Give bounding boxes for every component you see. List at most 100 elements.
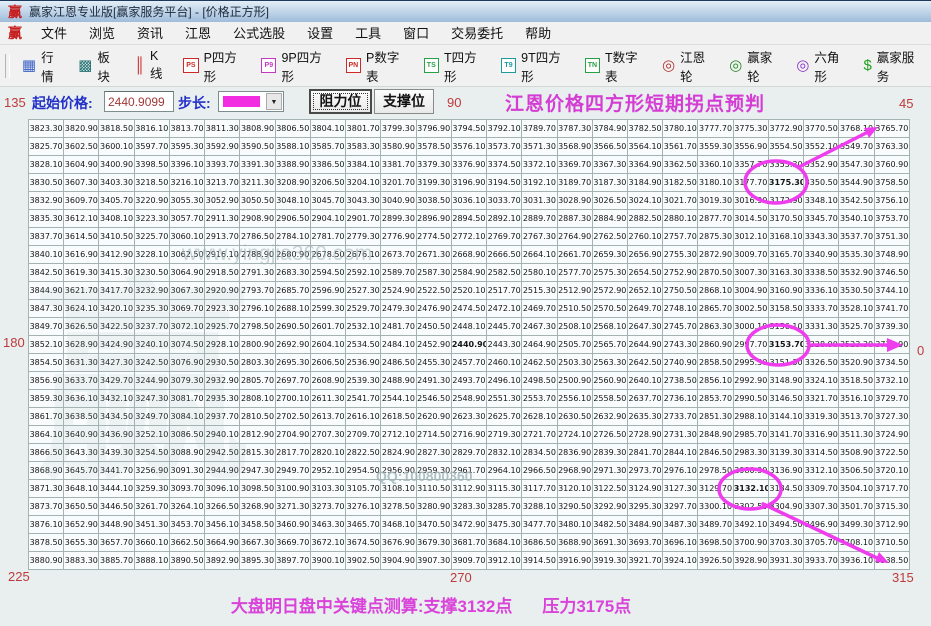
- toolbar-button-六角形[interactable]: ◎ 六角形: [789, 47, 856, 85]
- grid-cell: 3784.90: [591, 119, 628, 138]
- menu-item-窗口[interactable]: 窗口: [392, 26, 440, 41]
- toolbar-grip[interactable]: [5, 53, 10, 78]
- grid-cell: 3792.10: [486, 119, 523, 138]
- toolbar-button-K线[interactable]: ║ K线: [127, 49, 176, 82]
- resistance-button[interactable]: 阻力位: [309, 89, 372, 114]
- toolbar-button-9P四方形[interactable]: P9 9P四方形: [254, 47, 339, 85]
- grid-cell: 3352.90: [803, 155, 840, 174]
- grid-cell: 2942.50: [204, 443, 241, 462]
- toolbar-button-赢家服务[interactable]: $ 赢家服务: [856, 47, 931, 85]
- grid-cell: 3276.10: [345, 497, 382, 516]
- toolbar-button-T四方形[interactable]: TS T四方形: [417, 47, 494, 85]
- grid-cell: 2587.30: [415, 263, 452, 282]
- toolbar-button-P四方形[interactable]: PS P四方形: [176, 47, 254, 85]
- grid-cell: 3669.70: [274, 533, 311, 552]
- grid-cell: 2524.90: [380, 281, 417, 300]
- grid-cell: 3907.30: [415, 551, 452, 570]
- grid-cell: 2959.30: [415, 461, 452, 480]
- grid-cell: 2474.50: [450, 299, 488, 318]
- kline-icon: ║: [134, 57, 146, 74]
- grid-cell: 3900.10: [309, 551, 347, 570]
- gann-square-body: 3823.30 3820.90 3818.50 3816.10 3813.70 3811.…: [27, 119, 911, 570]
- menu-item-浏览[interactable]: 浏览: [78, 26, 126, 41]
- grid-cell: 3000.10: [732, 317, 769, 336]
- toolbar-button-行情[interactable]: ▦ 行情: [15, 47, 71, 85]
- menu-item-工具[interactable]: 工具: [344, 26, 392, 41]
- grid-cell: 3727.30: [873, 407, 911, 426]
- grid-cell: 3619.30: [63, 263, 100, 282]
- toolbar-button-赢家轮[interactable]: ◎ 赢家轮: [722, 47, 789, 85]
- grid-cell: 3405.70: [98, 191, 135, 210]
- grid-cell: 3292.90: [591, 497, 628, 516]
- grid-cell: 2745.70: [662, 317, 699, 336]
- angle-label-225: 225: [8, 569, 30, 584]
- toolbar-label: 赢家轮: [747, 50, 773, 84]
- grid-cell: 2462.50: [521, 353, 558, 372]
- grid-cell: 3804.10: [309, 119, 347, 138]
- grid-cell: 3379.30: [415, 155, 452, 174]
- grid-cell: 2832.10: [486, 443, 523, 462]
- toolbar-button-板块[interactable]: ▩ 板块: [71, 47, 127, 85]
- grid-cell: 3225.70: [133, 227, 170, 246]
- grid-cell: 3120.10: [556, 479, 593, 498]
- grid-cell: 3024.10: [626, 191, 664, 210]
- grid-cell: 3664.90: [204, 533, 241, 552]
- grid-cell: 2827.30: [415, 443, 452, 462]
- grid-cell: 3182.50: [662, 173, 699, 192]
- menu-item-交易委托[interactable]: 交易委托: [440, 26, 514, 41]
- grid-cell: 2892.10: [486, 209, 523, 228]
- grid-cell: 3895.30: [239, 551, 276, 570]
- menu-item-公式选股[interactable]: 公式选股: [222, 26, 296, 41]
- grid-cell: 3568.90: [556, 137, 593, 156]
- grid-cell: 2563.30: [591, 353, 628, 372]
- grid-cell: 3818.50: [98, 119, 135, 138]
- grid-cell: 2820.10: [309, 443, 347, 462]
- grid-cell: 3184.90: [626, 173, 664, 192]
- toolbar-button-江恩轮[interactable]: ◎ 江恩轮: [655, 47, 722, 85]
- menu-item-帮助[interactable]: 帮助: [514, 26, 562, 41]
- menu-item-江恩[interactable]: 江恩: [174, 26, 222, 41]
- menu-item-资讯[interactable]: 资讯: [126, 26, 174, 41]
- grid-cell: 3086.50: [168, 425, 206, 444]
- toolbar-label: T数字表: [605, 50, 638, 84]
- grid-cell: 3364.90: [626, 155, 664, 174]
- grid-cell: 2584.90: [450, 263, 488, 282]
- menu-item-设置[interactable]: 设置: [296, 26, 344, 41]
- grid-cell: 3888.10: [133, 551, 170, 570]
- grid-cell: 3326.50: [803, 353, 840, 372]
- grid-cell: 3926.50: [697, 551, 734, 570]
- grid-cell: 3381.70: [380, 155, 417, 174]
- grid-cell: 3009.70: [732, 245, 769, 264]
- toolbar-button-T数字表[interactable]: TN T数字表: [578, 47, 655, 85]
- angle-label-270: 270: [450, 570, 472, 585]
- grid-cell: 2536.90: [345, 353, 382, 372]
- grid-cell: 3187.30: [591, 173, 628, 192]
- grid-cell: 3415.30: [98, 263, 135, 282]
- toolbar-button-9T四方形[interactable]: T9 9T四方形: [494, 47, 578, 85]
- grid-cell: 3847.30: [27, 299, 65, 318]
- toolbar-button-P数字表[interactable]: PN P数字表: [339, 47, 417, 85]
- grid-cell: 3453.70: [168, 515, 206, 534]
- grid-cell: 3842.50: [27, 263, 65, 282]
- grid-cell: 3033.70: [486, 191, 523, 210]
- grid-cell: 2589.70: [380, 263, 417, 282]
- grid-cell: 3436.90: [98, 425, 135, 444]
- grid-cell: 2733.70: [662, 407, 699, 426]
- grid-cell: 3904.90: [380, 551, 417, 570]
- combo-dropdown-button[interactable]: ▼: [266, 93, 282, 110]
- support-button[interactable]: 支撑位: [374, 89, 434, 114]
- grid-cell: 3067.30: [168, 281, 206, 300]
- grid-cell: 3739.30: [873, 317, 911, 336]
- grid-cell: 3312.10: [803, 461, 840, 480]
- grid-cell: 3852.10: [27, 335, 65, 354]
- grid-cell: 2565.70: [591, 335, 628, 354]
- step-combobox[interactable]: ▼: [218, 91, 284, 112]
- grid-cell: 2630.50: [556, 407, 593, 426]
- grid-cell: 3331.30: [803, 317, 840, 336]
- start-price-input[interactable]: [104, 91, 174, 112]
- grid-cell: 2515.30: [521, 281, 558, 300]
- menu-item-文件[interactable]: 文件: [30, 26, 78, 41]
- grid-cell: 2712.10: [380, 425, 417, 444]
- grid-cell: 3520.90: [838, 353, 875, 372]
- grid-cell: 3247.30: [133, 389, 170, 408]
